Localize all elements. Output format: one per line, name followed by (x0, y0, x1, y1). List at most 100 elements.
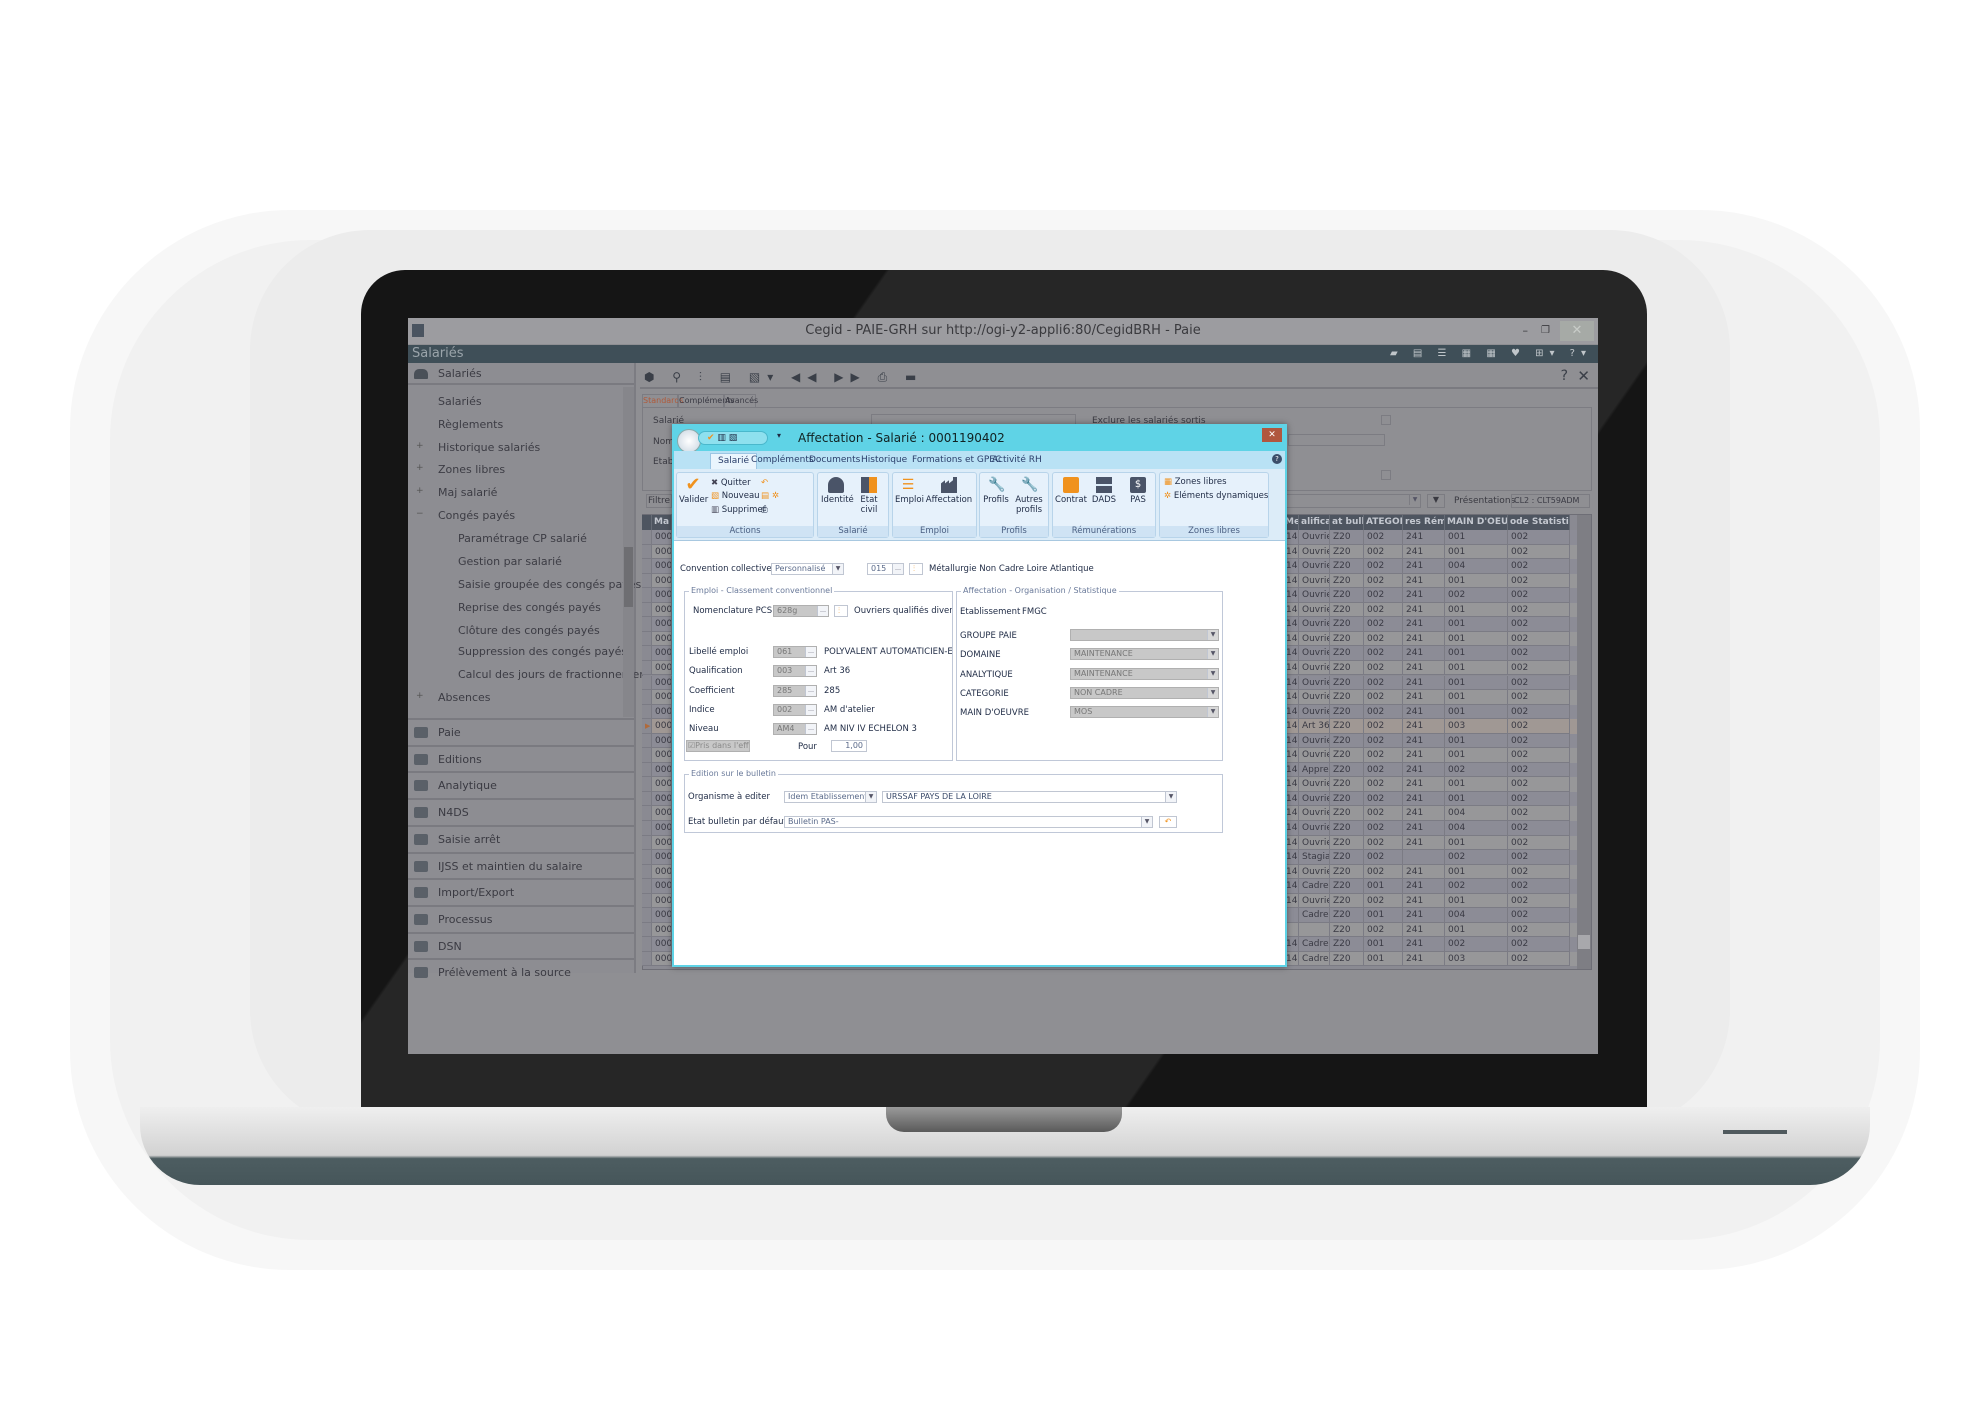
close-icon[interactable]: ✕ (1577, 367, 1590, 385)
row-selector[interactable] (642, 937, 652, 952)
etat-combo[interactable]: Bulletin PAS- ▼ (784, 816, 1153, 828)
column-header[interactable]: ode Statistique (1508, 515, 1570, 530)
contract-button[interactable]: Contrat (1055, 477, 1087, 505)
sidebar-tree-item[interactable]: Clôture des congés payés (458, 624, 600, 637)
nom-input[interactable] (1288, 434, 1385, 446)
pas-button[interactable]: $ PAS (1123, 477, 1153, 505)
free-zones-button[interactable]: ▦ Zones libres (1164, 477, 1227, 487)
undo-icon[interactable]: ↶ (761, 478, 768, 488)
row-selector[interactable] (642, 908, 652, 923)
row-selector[interactable] (642, 951, 652, 967)
sidebar-tree-item[interactable]: + Maj salarié (416, 486, 497, 499)
row-selector[interactable] (642, 777, 652, 792)
sidebar-tree-item[interactable]: − Congés payés (416, 509, 515, 522)
convention-lookup-button[interactable]: ⫶ (909, 563, 923, 575)
column-header[interactable]: MAIN D'OEUVRE (1445, 515, 1508, 530)
row-selector[interactable] (642, 821, 652, 836)
expand-icon[interactable]: + (416, 486, 424, 496)
row-selector[interactable] (642, 733, 652, 749)
delete-button[interactable]: ▥ Supprimer (711, 505, 766, 515)
row-selector[interactable] (642, 559, 652, 574)
sidebar-tree-item[interactable]: Gestion par salarié (458, 555, 562, 568)
row-selector[interactable] (642, 762, 652, 778)
row-selector[interactable] (642, 893, 652, 909)
tree-scrollbar[interactable] (623, 387, 634, 717)
minimize-button[interactable]: – (1523, 318, 1529, 344)
filter-button[interactable]: Filtre (646, 494, 672, 508)
sidebar-tree-item[interactable]: + Absences (416, 691, 491, 704)
sidebar-module-item[interactable]: Import/Export (408, 878, 634, 905)
sidebar-module-item[interactable]: Paie (408, 718, 634, 745)
row-selector[interactable] (642, 850, 652, 865)
emploi-button[interactable]: ☰ Emploi (895, 477, 924, 505)
column-header[interactable]: at bullet (1330, 515, 1364, 530)
pcs-field[interactable]: 628g… (773, 605, 829, 617)
help-icon[interactable]: ? (1561, 368, 1568, 384)
row-selector[interactable] (642, 631, 652, 647)
sidebar-module-item[interactable]: Editions (408, 744, 634, 772)
row-selector[interactable] (642, 864, 652, 880)
expand-icon[interactable]: + (416, 441, 424, 451)
emploi-code-field[interactable]: 285… (773, 685, 817, 697)
row-selector[interactable] (642, 835, 652, 851)
duplicate-icon[interactable]: ▤✲ (761, 491, 782, 501)
column-header[interactable]: alificati (1299, 515, 1330, 530)
pour-field[interactable]: 1,00 (831, 740, 867, 752)
sidebar-module-item[interactable]: Processus (408, 904, 634, 932)
affectation-combo[interactable]: NON CADRE ▼ (1070, 687, 1219, 699)
organisme-combo[interactable]: URSSAF PAYS DE LA LOIRE ▼ (882, 791, 1177, 803)
sidebar-tree-item[interactable]: Salariés (438, 395, 482, 408)
sidebar-module-item[interactable]: DSN (408, 931, 634, 959)
affectation-combo[interactable]: MAINTENANCE ▼ (1070, 648, 1219, 660)
expand-icon[interactable]: + (416, 691, 424, 701)
row-selector[interactable] (642, 806, 652, 821)
quit-button[interactable]: ✖ Quitter (711, 478, 751, 488)
row-selector[interactable] (642, 690, 652, 705)
row-selector[interactable] (642, 791, 652, 807)
dialog-tab[interactable]: Activité RH (985, 453, 1049, 469)
convention-type-combo[interactable]: Personnalisé ▼ (771, 563, 844, 575)
sidebar-tree-item[interactable]: Saisie groupée des congés payés (458, 578, 641, 591)
expand-icon[interactable]: − (416, 509, 424, 519)
effectif-checkbox[interactable]: ☑Pris dans l'effectif (686, 740, 750, 752)
sidebar-module-item[interactable]: Analytique (408, 771, 634, 798)
filter-tab[interactable]: Compléments (678, 394, 735, 408)
sidebar-module-item[interactable]: IJSS et maintien du salaire (408, 851, 634, 879)
row-selector[interactable] (642, 748, 652, 763)
expand-icon[interactable]: + (416, 463, 424, 473)
close-window-button[interactable]: ✕ (1560, 321, 1594, 341)
filter-tab[interactable]: Avancés (724, 394, 758, 408)
restore-button[interactable]: ❐ (1541, 318, 1550, 344)
filter-checkbox[interactable] (1381, 470, 1391, 480)
row-selector[interactable] (642, 879, 652, 894)
identity-button[interactable]: Identité (821, 477, 854, 505)
row-selector[interactable] (642, 602, 652, 618)
column-header[interactable]: Ma (652, 515, 672, 530)
grid-scrollbar[interactable] (1577, 515, 1591, 969)
row-selector[interactable] (642, 617, 652, 632)
affectation-combo[interactable]: MOS ▼ (1070, 706, 1219, 718)
exclude-checkbox[interactable] (1381, 415, 1391, 425)
organisme-mode-combo[interactable]: Idem Etablissement ▼ (784, 791, 877, 803)
sidebar-tree-item[interactable]: + Zones libres (416, 463, 505, 476)
affectation-combo[interactable]: ▼ (1070, 629, 1219, 641)
row-selector[interactable] (642, 675, 652, 690)
affectation-button[interactable]: Affectation (921, 477, 977, 505)
sidebar-tree-item[interactable]: Calcul des jours de fractionnement (458, 668, 651, 681)
sidebar-module-item[interactable]: Saisie arrêt (408, 824, 634, 852)
toolbar-icons[interactable]: ⬢ ⚲ ⫶ ▤ ▧▾ ◀◀ ▶▶ ⎙ ▬ (644, 370, 923, 385)
row-selector[interactable] (642, 573, 652, 589)
new-button[interactable]: ▧ Nouveau (711, 491, 760, 501)
convention-code-field[interactable]: 015… (867, 563, 904, 575)
civil-status-button[interactable]: Etat civil (854, 477, 884, 515)
pcs-lookup-button[interactable]: ⫶ (834, 605, 848, 617)
emploi-code-field[interactable]: 002… (773, 704, 817, 716)
row-selector[interactable] (642, 544, 652, 560)
row-selector[interactable] (642, 704, 652, 720)
funnel-icon[interactable]: ▼ (1427, 494, 1445, 508)
app-orb-icon[interactable] (677, 429, 701, 453)
dads-button[interactable]: DADS (1089, 477, 1119, 505)
sidebar-tree-item[interactable]: + Historique salariés (416, 441, 540, 454)
emploi-code-field[interactable]: 003… (773, 665, 817, 677)
validate-button[interactable]: ✔ Valider (679, 476, 708, 506)
